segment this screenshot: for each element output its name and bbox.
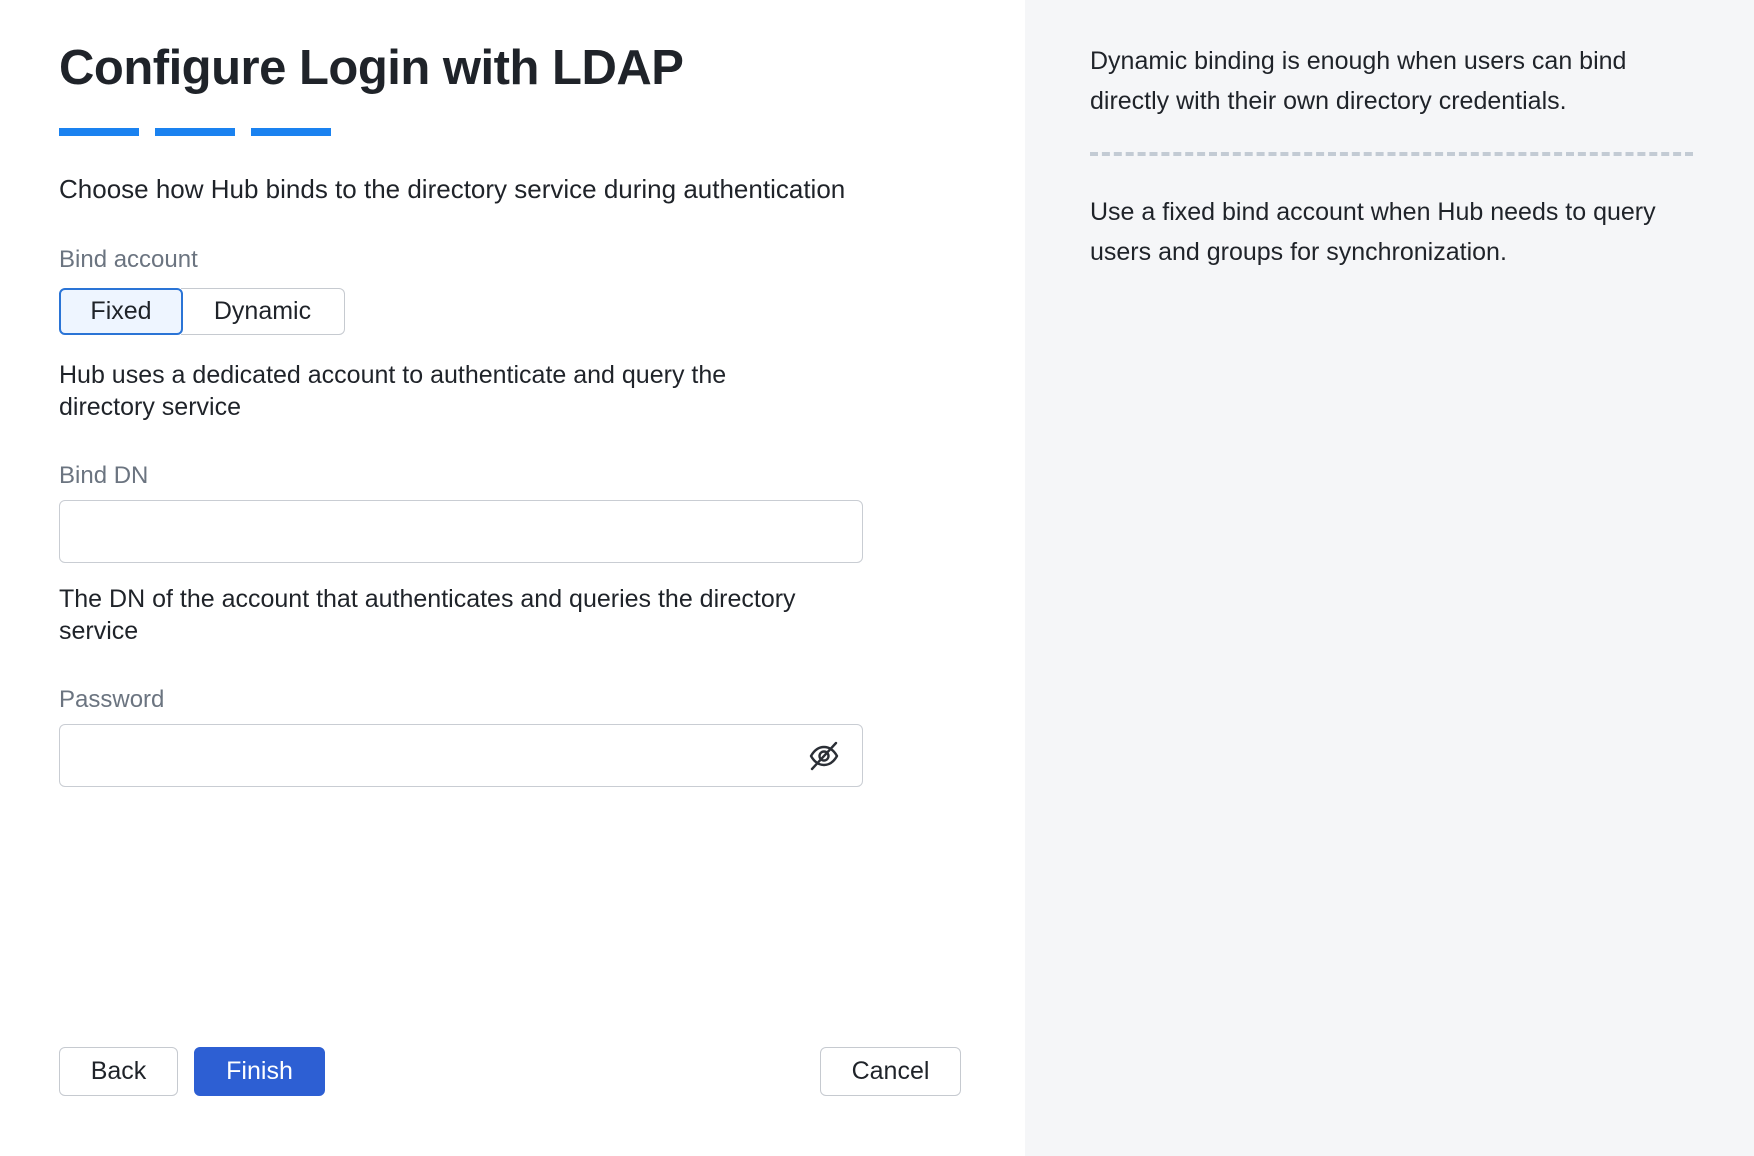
- password-input[interactable]: [59, 724, 863, 787]
- bind-account-help: Hub uses a dedicated account to authenti…: [59, 361, 727, 421]
- bind-account-toggle: Fixed Dynamic: [59, 288, 345, 335]
- password-label: Password: [59, 686, 165, 713]
- step-indicator-3: [251, 128, 331, 136]
- cancel-button[interactable]: Cancel: [820, 1047, 961, 1096]
- bind-dn-input[interactable]: [59, 500, 863, 563]
- back-button[interactable]: Back: [59, 1047, 178, 1096]
- bind-dn-help: The DN of the account that authenticates…: [59, 585, 796, 645]
- dynamic-binding-hint: Dynamic binding is enough when users can…: [1090, 47, 1627, 115]
- eye-off-icon[interactable]: [808, 741, 840, 771]
- hint-divider: [1090, 152, 1693, 156]
- bind-option-fixed[interactable]: Fixed: [59, 288, 183, 335]
- bind-dn-label: Bind DN: [59, 462, 149, 489]
- step-indicator-2: [155, 128, 235, 136]
- hint-panel: Dynamic binding is enough when users can…: [1025, 0, 1754, 1156]
- bind-option-dynamic[interactable]: Dynamic: [181, 288, 345, 335]
- ldap-config-page: Configure Login with LDAP Choose how Hub…: [0, 0, 1754, 1156]
- bind-account-label: Bind account: [59, 246, 198, 273]
- finish-button[interactable]: Finish: [194, 1047, 325, 1096]
- step-indicator-1: [59, 128, 139, 136]
- fixed-binding-hint: Use a fixed bind account when Hub needs …: [1090, 198, 1656, 266]
- step-indicator: [59, 128, 331, 136]
- form-subtitle: Choose how Hub binds to the directory se…: [59, 174, 846, 204]
- main-panel: Configure Login with LDAP Choose how Hub…: [0, 0, 1025, 1156]
- page-title: Configure Login with LDAP: [59, 41, 684, 95]
